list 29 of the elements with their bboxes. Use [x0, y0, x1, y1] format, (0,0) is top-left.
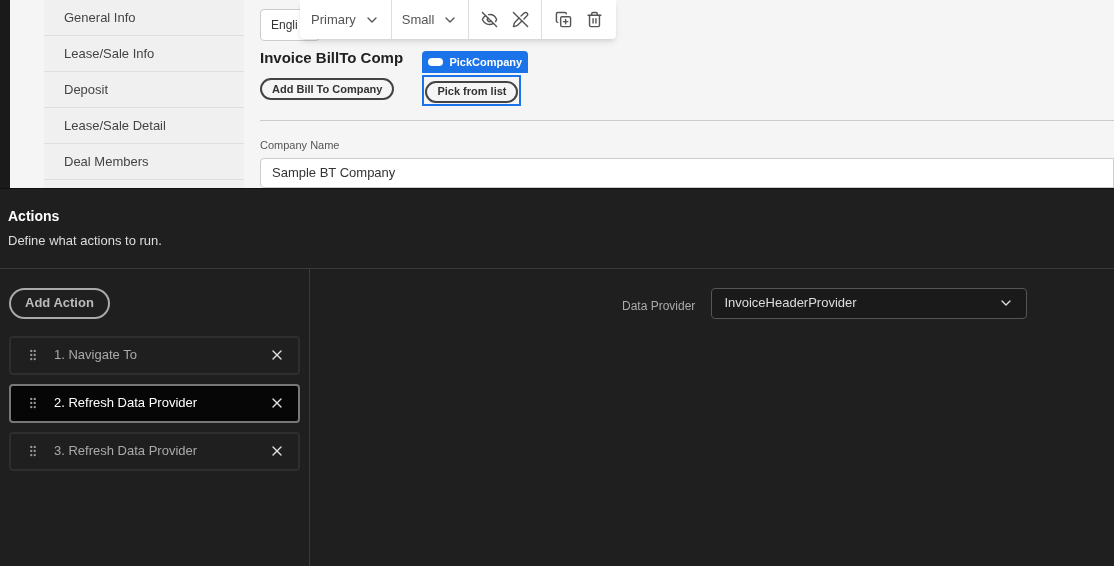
size-dropdown[interactable]: Small [391, 0, 470, 39]
variant-dropdown[interactable]: Primary [300, 0, 392, 39]
panel-description: Define what actions to run. [8, 232, 163, 250]
tag-label: PickCompany [449, 55, 523, 71]
data-provider-select[interactable]: InvoiceHeaderProvider [711, 287, 1028, 319]
pick-button[interactable]: Pick from list [425, 80, 519, 103]
action-label: 3. Refresh Data Provider [54, 442, 199, 461]
action-item[interactable]: 3. Refresh Data Provider [9, 431, 300, 471]
sidebar-item[interactable]: Lease/Sale Detail [44, 108, 244, 144]
panel-title: Actions [8, 207, 61, 226]
sidebar-item[interactable]: Lease/Sale Info [44, 36, 244, 72]
sidebar-item[interactable]: General Info [44, 0, 244, 36]
action-label: 2. Refresh Data Provider [54, 394, 199, 413]
add-button[interactable]: Add Bill To Company [260, 78, 395, 101]
company-name-field[interactable]: Sample BT Company [260, 158, 1114, 188]
sidebar-item[interactable]: Deposit [44, 72, 244, 108]
action-label: 1. Navigate To [54, 346, 138, 365]
section-title: Invoice BillTo Comp [260, 47, 404, 68]
hidden-eye-icon[interactable] [481, 11, 499, 28]
duplicate-icon[interactable] [555, 11, 573, 28]
action-item[interactable]: 1. Navigate To [9, 335, 300, 375]
sidebar-item[interactable]: Deal Members [44, 144, 244, 180]
delete-icon[interactable] [586, 11, 604, 28]
add-action-button[interactable]: Add Action [9, 287, 110, 319]
field-label: Company Name [260, 137, 341, 153]
field-label: Data Provider [622, 297, 696, 315]
action-item[interactable]: 2. Refresh Data Provider [9, 383, 300, 423]
pill-icon [428, 58, 444, 67]
pen-off-icon[interactable] [512, 11, 530, 28]
